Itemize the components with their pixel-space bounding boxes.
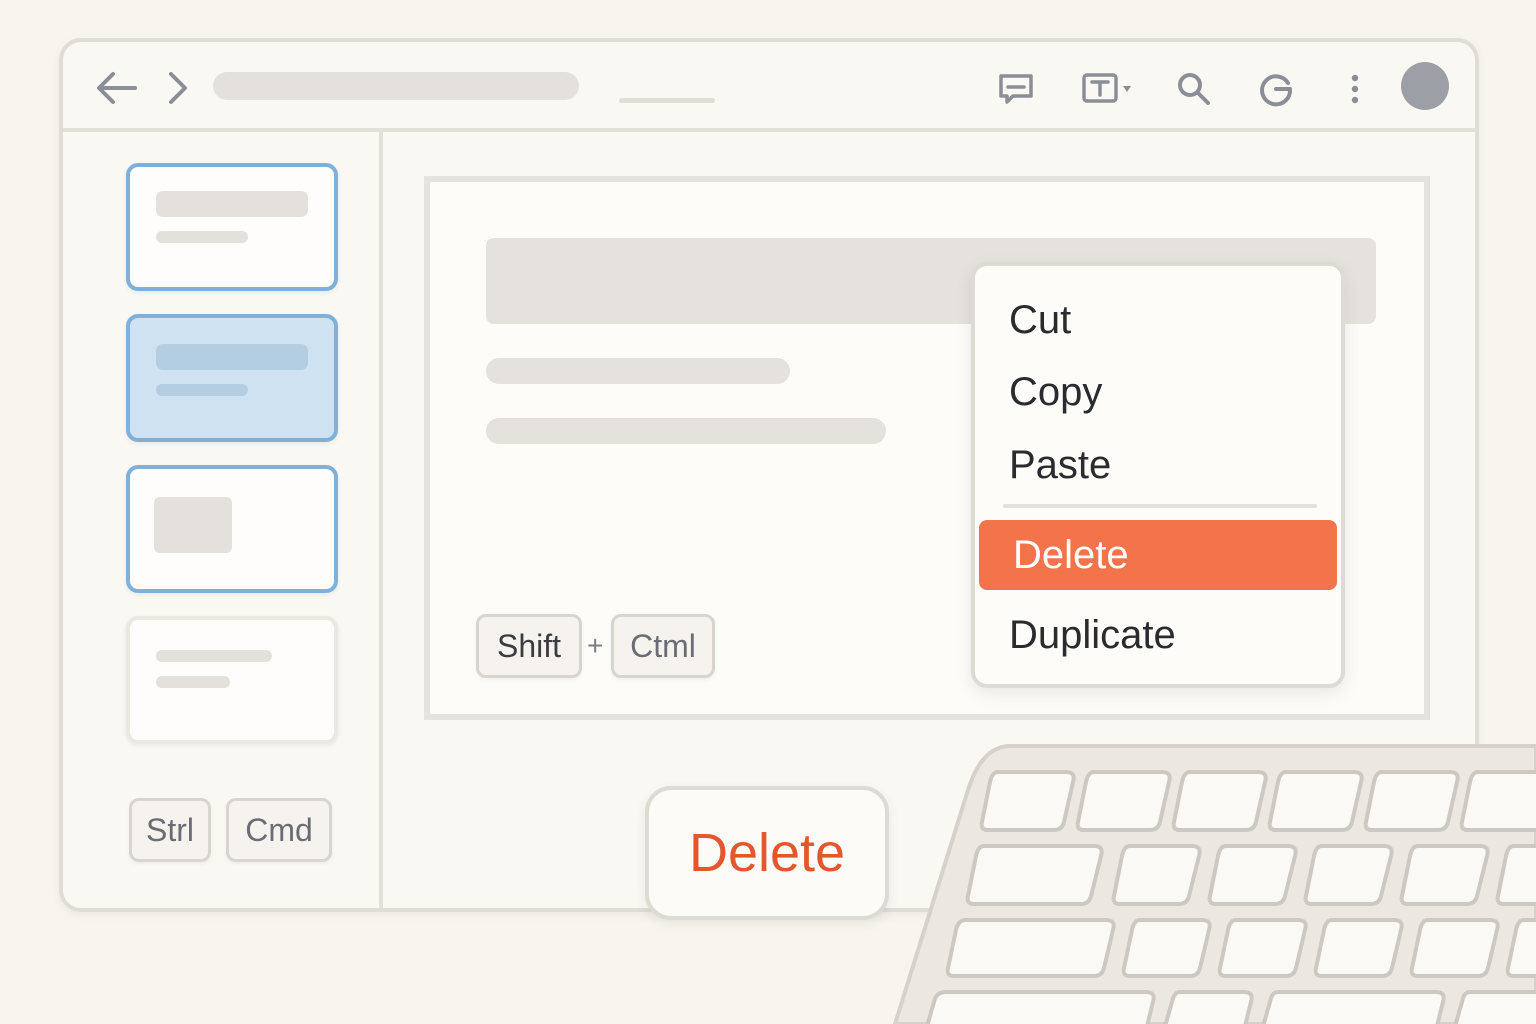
delete-key-callout: Delete [645, 786, 889, 920]
keyboard-key [1111, 844, 1202, 906]
keyboard-key [1171, 770, 1268, 832]
keyboard-key [1399, 844, 1490, 906]
keyboard-key [925, 990, 1156, 1024]
keyboard-key [1267, 770, 1364, 832]
keyboard-key [1075, 770, 1172, 832]
keyboard-key [979, 770, 1076, 832]
keyboard-key [1163, 990, 1254, 1024]
keyboard-key [1409, 918, 1500, 978]
keyboard-key [945, 918, 1116, 978]
keyboard-key [1363, 770, 1460, 832]
keyboard-key [965, 844, 1104, 906]
keyboard-key [1121, 918, 1212, 978]
keyboard-key [1459, 770, 1536, 832]
keyboard-key [1217, 918, 1308, 978]
keyboard-key [1303, 844, 1394, 906]
keyboard-key [1313, 918, 1404, 978]
keyboard-key [1207, 844, 1298, 906]
keyboard-key [1453, 990, 1536, 1024]
keyboard-key [1261, 990, 1446, 1024]
